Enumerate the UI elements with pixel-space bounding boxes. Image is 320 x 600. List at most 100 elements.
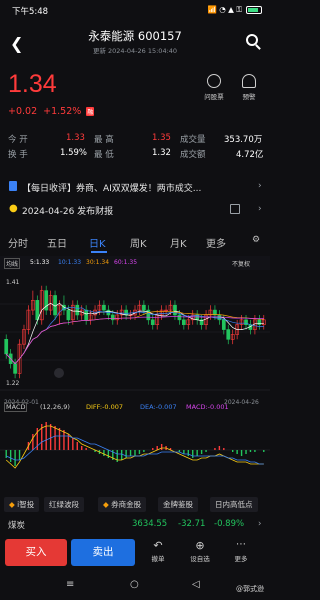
- candle-body: [142, 304, 146, 311]
- macd-params: (12,26,9): [40, 403, 70, 411]
- chevron-right-icon: ›: [258, 519, 262, 529]
- ma30-value: 30:1.34: [86, 259, 110, 266]
- sell-button[interactable]: 卖出: [71, 539, 135, 566]
- macd-legend: MACD (12,26,9) DIFF:-0.007 DEA:-0.007 MA…: [0, 402, 270, 414]
- candle-body: [4, 339, 9, 355]
- tab-more[interactable]: 更多: [206, 235, 226, 250]
- buy-button[interactable]: 买入: [5, 539, 67, 566]
- tab-weekly-k[interactable]: 周K: [130, 235, 147, 250]
- low-label: 最 低: [94, 150, 114, 160]
- tab-monthly-k[interactable]: 月K: [170, 235, 187, 250]
- turnover-label: 换 手: [8, 150, 28, 160]
- bulb-icon: ●: [9, 203, 18, 214]
- amount-label: 成交额: [180, 150, 206, 160]
- candle-body: [244, 319, 248, 325]
- macd-label[interactable]: MACD: [4, 402, 28, 412]
- alert-button[interactable]: 预警: [231, 74, 267, 101]
- chevron-right-icon: ›: [258, 204, 262, 214]
- more-dots-icon: ⋯: [236, 539, 246, 550]
- report-text: 2024-04-26 发布财报: [22, 207, 114, 217]
- candle-body: [35, 300, 40, 321]
- tab-underline: [91, 251, 107, 253]
- change-value: +0.02: [8, 106, 38, 117]
- volume-label: 成交量: [180, 135, 206, 145]
- menu-icon[interactable]: ≡: [66, 579, 74, 590]
- chip-broker[interactable]: ◆ 券商金股: [98, 497, 147, 512]
- chip-intraday[interactable]: 日内高低点: [210, 497, 258, 512]
- candle-body: [181, 319, 186, 325]
- report-item[interactable]: ● 2024-04-26 发布财报 ›: [0, 199, 270, 221]
- chip-gold[interactable]: 金牌鉴股: [158, 497, 198, 512]
- battery-icon: [246, 6, 262, 14]
- news-icon: [9, 181, 17, 191]
- current-price: 1.34: [8, 70, 57, 98]
- system-navbar: ≡ ○ ◁: [0, 571, 270, 600]
- amount-value: 4.72亿: [236, 150, 264, 160]
- home-icon[interactable]: ○: [130, 579, 139, 590]
- margin-badge: 融: [86, 107, 95, 116]
- news-text: 【每日收评】券商、AI双双爆发！两市成交...: [22, 184, 202, 194]
- status-signal-icons: 📶 ◔ ▲ ⚿: [207, 5, 242, 14]
- sector-value: 3634.55: [132, 519, 168, 529]
- high-label: 最 高: [94, 135, 114, 145]
- high-value: 1.35: [152, 133, 171, 143]
- add-watchlist-button[interactable]: ⊕ 设自选: [185, 539, 215, 563]
- sector-index[interactable]: 煤炭 3634.55 -32.71 -0.89% ›: [0, 517, 270, 533]
- scroll-button: [54, 368, 64, 378]
- period-tabs: 分时 五日 日K 周K 月K 更多 ⚙: [0, 232, 270, 254]
- more-button[interactable]: ⋯ 更多: [226, 539, 256, 563]
- candle-body: [66, 309, 71, 321]
- ma60-value: 60:1.35: [114, 259, 138, 266]
- settings-icon[interactable]: ⚙: [252, 235, 260, 245]
- tab-5day[interactable]: 五日: [47, 235, 67, 250]
- macd-diff: DIFF:-0.007: [86, 403, 124, 411]
- add-circle-icon: ⊕: [195, 539, 205, 552]
- stock-header: ❮ 永泰能源 600157 更新 2024-04-26 15:04:40: [0, 22, 270, 62]
- macd-value: MACD:-0.001: [186, 403, 229, 411]
- stats-row-2: 换 手 1.59% 最 低 1.32 成交额 4.72亿: [8, 148, 264, 162]
- tab-daily-k[interactable]: 日K: [89, 235, 106, 250]
- low-price-label: 1.22: [6, 380, 20, 387]
- sector-change: -32.71: [178, 519, 206, 529]
- update-time: 更新 2024-04-26 15:04:40: [92, 47, 178, 55]
- undo-icon: ↶: [153, 539, 163, 552]
- chip-izhitou[interactable]: ◆ i智投: [4, 497, 40, 512]
- tab-intraday[interactable]: 分时: [8, 235, 28, 250]
- robot-icon: [207, 74, 221, 88]
- candle-body: [110, 314, 115, 321]
- search-icon[interactable]: [246, 34, 258, 46]
- ma-label[interactable]: 均线: [4, 258, 21, 269]
- candle-body: [124, 309, 128, 316]
- macd-chart[interactable]: [0, 414, 270, 486]
- ma5-value: 5:1.33: [30, 259, 50, 266]
- turnover-value: 1.59%: [60, 148, 88, 158]
- candle-body: [173, 304, 177, 316]
- stock-title: 永泰能源 600157: [88, 29, 182, 43]
- kline-chart[interactable]: 1.411.222024-02-01 2024-04-26: [0, 270, 270, 408]
- feature-chips: ◆ i智投 红绿波段 ◆ 券商金股 金牌鉴股 日内高低点: [0, 496, 270, 514]
- chevron-right-icon: ›: [258, 181, 262, 191]
- candle-body: [226, 329, 231, 340]
- status-icons: 📶 ◔ ▲ ⚿: [207, 5, 262, 15]
- cancel-order-button[interactable]: ↶ 撤单: [143, 539, 173, 563]
- status-bar: 下午5:48 📶 ◔ ▲ ⚿: [0, 0, 270, 20]
- watermark: @郭式逊: [236, 585, 264, 593]
- candle-body: [84, 309, 89, 321]
- news-item[interactable]: 【每日收评】券商、AI双双爆发！两市成交... ›: [0, 176, 270, 198]
- low-value: 1.32: [152, 148, 171, 158]
- macd-dea: DEA:-0.007: [140, 403, 177, 411]
- sector-name: 煤炭: [8, 521, 26, 531]
- ma10-value: 10:1.33: [58, 259, 82, 266]
- back-nav-icon[interactable]: ◁: [192, 579, 200, 590]
- candle-body: [75, 304, 80, 316]
- calendar-icon: [230, 204, 240, 214]
- ask-stock-button[interactable]: 问股票: [196, 74, 232, 101]
- candle-body: [177, 314, 182, 321]
- open-label: 今 开: [8, 135, 28, 145]
- fq-select[interactable]: 不复权: [232, 259, 250, 268]
- stats-row-1: 今 开 1.33 最 高 1.35 成交量 353.70万: [8, 133, 264, 147]
- change-percent: +1.52%: [43, 106, 82, 117]
- candle-body: [13, 363, 17, 374]
- volume-value: 353.70万: [224, 135, 263, 145]
- chip-bands[interactable]: 红绿波段: [44, 497, 84, 512]
